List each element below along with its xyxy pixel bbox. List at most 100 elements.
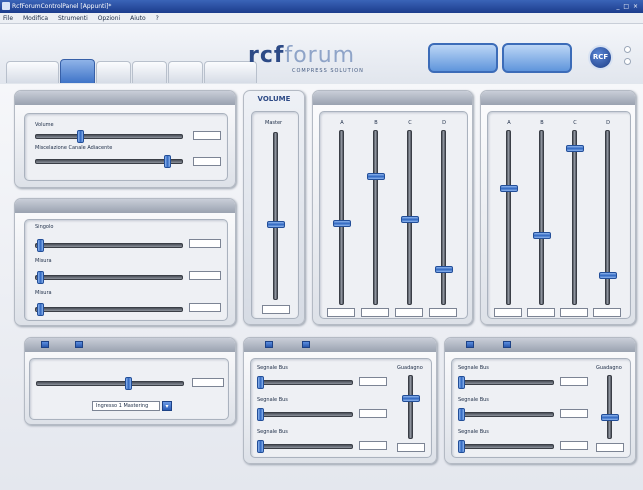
toggle-button[interactable] bbox=[75, 341, 83, 348]
menu-opzioni[interactable]: Opzioni bbox=[98, 15, 121, 22]
menu-help[interactable]: ? bbox=[156, 15, 159, 22]
channel-slider-track[interactable] bbox=[35, 271, 183, 284]
value-field[interactable] bbox=[359, 377, 387, 386]
value-field[interactable] bbox=[193, 131, 221, 140]
volume-slider-track[interactable] bbox=[35, 130, 183, 143]
value-field[interactable] bbox=[494, 308, 522, 317]
fader-handle[interactable] bbox=[500, 185, 518, 193]
fader-handle[interactable] bbox=[401, 216, 419, 224]
channel-fader-track[interactable] bbox=[333, 130, 351, 305]
chevron-down-icon[interactable]: ▾ bbox=[162, 401, 172, 411]
master-fader-track[interactable] bbox=[267, 132, 285, 300]
value-field[interactable] bbox=[560, 308, 588, 317]
channel-fader-track[interactable] bbox=[566, 130, 584, 305]
slider-handle[interactable] bbox=[256, 376, 264, 389]
channel-fader-track[interactable] bbox=[401, 130, 419, 305]
slider-handle[interactable] bbox=[37, 271, 45, 284]
value-field[interactable] bbox=[192, 378, 224, 387]
option-dot-icon[interactable] bbox=[624, 58, 631, 65]
slider-handle[interactable] bbox=[124, 377, 132, 390]
menu-aiuto[interactable]: Aiuto bbox=[130, 15, 146, 22]
value-field[interactable] bbox=[527, 308, 555, 317]
tab-3[interactable] bbox=[96, 61, 131, 83]
gain-label: Guadagno bbox=[397, 365, 423, 371]
bus-slider-track[interactable] bbox=[457, 376, 554, 389]
header-button-2[interactable] bbox=[502, 43, 572, 73]
value-field[interactable] bbox=[189, 303, 221, 312]
value-field[interactable] bbox=[262, 305, 290, 314]
value-field[interactable] bbox=[189, 239, 221, 248]
general-panel: Volume Miscelazione Canale Adiacente bbox=[14, 90, 236, 188]
option-dot-icon[interactable] bbox=[624, 46, 631, 53]
toggle-button[interactable] bbox=[503, 341, 511, 348]
fader-handle[interactable] bbox=[333, 219, 351, 227]
bus-slider-track[interactable] bbox=[256, 440, 353, 453]
tab-5[interactable] bbox=[168, 61, 203, 83]
value-field[interactable] bbox=[361, 308, 389, 317]
menu-strumenti[interactable]: Strumenti bbox=[58, 15, 88, 22]
channel-slider-track[interactable] bbox=[35, 303, 183, 316]
channel-fader-track[interactable] bbox=[533, 130, 551, 305]
gain-fader-track[interactable] bbox=[601, 375, 619, 439]
channel-fader-track[interactable] bbox=[599, 130, 617, 305]
tab-4[interactable] bbox=[132, 61, 167, 83]
slider-handle[interactable] bbox=[457, 376, 465, 389]
slider-handle[interactable] bbox=[76, 130, 84, 143]
fader-handle[interactable] bbox=[601, 413, 619, 421]
value-field[interactable] bbox=[560, 377, 588, 386]
tab-1[interactable] bbox=[6, 61, 59, 83]
fader-handle[interactable] bbox=[435, 266, 453, 274]
gain-fader-track[interactable] bbox=[402, 375, 420, 439]
panel-inner: Segnale Bus Segnale Bus Segnale Bus Guad… bbox=[250, 358, 432, 458]
value-field[interactable] bbox=[189, 271, 221, 280]
value-field[interactable] bbox=[327, 308, 355, 317]
channel-fader-track[interactable] bbox=[435, 130, 453, 305]
window-controls[interactable]: _ □ × bbox=[616, 0, 639, 13]
value-field[interactable] bbox=[395, 308, 423, 317]
toggle-button[interactable] bbox=[466, 341, 474, 348]
bus-slider-track[interactable] bbox=[457, 440, 554, 453]
menu-bar: File Modifica Strumenti Opzioni Aiuto ? bbox=[0, 13, 643, 24]
menu-modifica[interactable]: Modifica bbox=[23, 15, 48, 22]
slider-handle[interactable] bbox=[457, 440, 465, 453]
channel-fader-track[interactable] bbox=[500, 130, 518, 305]
channel-slider-track[interactable] bbox=[35, 239, 183, 252]
input-select[interactable]: Ingresso 1 Mastering bbox=[92, 401, 160, 411]
value-field[interactable] bbox=[593, 308, 621, 317]
tab-2[interactable] bbox=[60, 59, 95, 83]
value-field[interactable] bbox=[596, 443, 624, 452]
toggle-button[interactable] bbox=[265, 341, 273, 348]
value-field[interactable] bbox=[397, 443, 425, 452]
value-field[interactable] bbox=[193, 157, 221, 166]
value-field[interactable] bbox=[560, 441, 588, 450]
channel-label: B bbox=[374, 120, 378, 126]
value-field[interactable] bbox=[359, 441, 387, 450]
fader-handle[interactable] bbox=[533, 231, 551, 239]
adjacent-mix-slider-track[interactable] bbox=[35, 155, 183, 168]
value-field[interactable] bbox=[560, 409, 588, 418]
bus-slider-track[interactable] bbox=[256, 408, 353, 421]
slider-handle[interactable] bbox=[37, 239, 45, 252]
slider-handle[interactable] bbox=[256, 408, 264, 421]
bus-slider-track[interactable] bbox=[457, 408, 554, 421]
channel-label: D bbox=[606, 120, 610, 126]
slider-handle[interactable] bbox=[37, 303, 45, 316]
fader-handle[interactable] bbox=[367, 172, 385, 180]
toggle-button[interactable] bbox=[302, 341, 310, 348]
crossfade-slider-track[interactable] bbox=[36, 377, 184, 390]
value-field[interactable] bbox=[359, 409, 387, 418]
header-button-1[interactable] bbox=[428, 43, 498, 73]
toggle-button[interactable] bbox=[41, 341, 49, 348]
bus-slider-track[interactable] bbox=[256, 376, 353, 389]
slider-handle[interactable] bbox=[164, 155, 172, 168]
fader-handle[interactable] bbox=[566, 145, 584, 153]
slider-handle[interactable] bbox=[256, 440, 264, 453]
slider-label: Volume bbox=[35, 122, 54, 128]
fader-handle[interactable] bbox=[599, 271, 617, 279]
value-field[interactable] bbox=[429, 308, 457, 317]
channel-fader-track[interactable] bbox=[367, 130, 385, 305]
fader-handle[interactable] bbox=[402, 394, 420, 402]
menu-file[interactable]: File bbox=[3, 15, 13, 22]
fader-handle[interactable] bbox=[267, 221, 285, 229]
slider-handle[interactable] bbox=[457, 408, 465, 421]
